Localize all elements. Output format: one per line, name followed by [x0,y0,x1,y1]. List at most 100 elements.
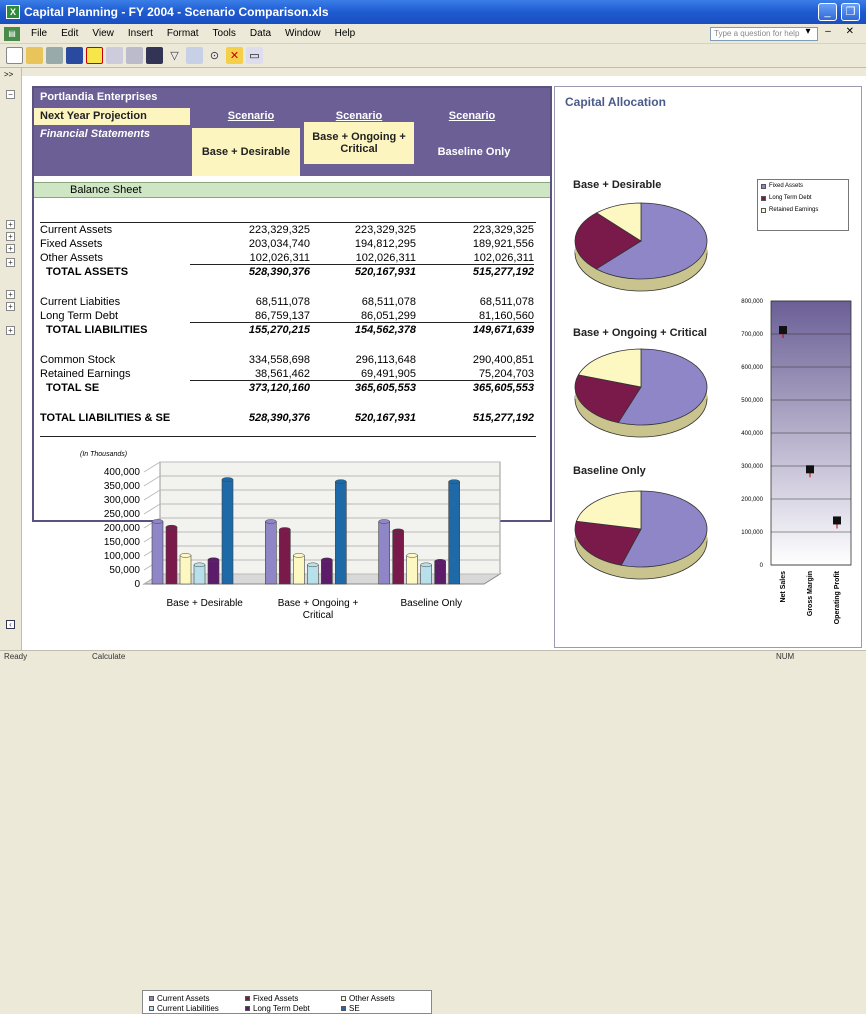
cell-value: 68,511,078 [255,296,310,308]
bar-top [335,479,347,484]
menu-tools[interactable]: Tools [206,28,243,39]
menu-file[interactable]: File [24,28,54,39]
print-icon[interactable] [46,47,63,64]
table-row: Long Term Debt 86,759,137 86,051,299 81,160… [40,310,545,324]
table-row: Common Stock 334,558,698 296,113,648 290,40… [40,354,545,368]
paste-icon[interactable] [126,47,143,64]
cell-value: 515,277,192 [472,266,534,278]
x-tick-label: Gross Margin [807,571,814,616]
legend-swatch [341,996,346,1001]
bar [434,560,446,585]
worksheet[interactable]: Portlandia Enterprises Next Year Project… [22,76,866,1014]
y-tick-label: 100,000 [741,530,763,536]
table-row: Other Assets 102,026,311 102,026,311 102,02… [40,252,545,266]
help-search-input[interactable]: Type a question for help [710,27,818,41]
legend-item: Current Liabilities [149,1004,219,1013]
bar [265,521,277,585]
bar [321,559,333,585]
header-band: Portlandia Enterprises Next Year Project… [34,88,550,176]
bar [151,521,164,585]
menu-help[interactable]: Help [328,28,363,39]
y-tick-label: 800,000 [741,299,763,305]
bar-top [293,553,305,558]
outline-expand-icon[interactable]: + [6,302,15,311]
copy-icon[interactable] [106,47,123,64]
excel-app-icon: X [6,5,20,19]
legend-item: Current Assets [149,994,209,1003]
y-tick-label: 500,000 [741,398,763,404]
bar-chart-legend: Current Assets Fixed Assets Other Assets Cu… [142,990,432,1014]
legend-swatch [245,1006,250,1011]
outline-expand-icon[interactable]: + [6,258,15,267]
bar [392,530,404,585]
bar [293,555,305,585]
cell-value: 149,671,639 [472,324,534,336]
cell-value: 189,921,556 [472,238,534,250]
minimize-button[interactable]: _ [818,3,837,21]
gutter-expand[interactable]: >> [4,70,13,79]
open-icon[interactable] [26,47,43,64]
table-row: Current Assets 223,329,325 223,329,325 223,… [40,224,545,238]
scroll-left-icon[interactable]: ‹ [6,620,15,629]
bar-top [265,519,277,524]
status-ready: Ready [4,652,28,661]
cell-value: 154,562,378 [354,324,416,336]
outline-expand-icon[interactable]: + [6,232,15,241]
menu-window[interactable]: Window [278,28,328,39]
row-label: Long Term Debt [40,310,119,322]
y-tick-label: 150,000 [104,537,141,548]
row-label: TOTAL LIABILITIES & SE [40,412,171,424]
outline-expand-icon[interactable]: + [6,290,15,299]
y-tick-label: 300,000 [741,464,763,470]
row-label: Retained Earnings [40,368,131,380]
balance-sheet-band: Balance Sheet [34,182,550,198]
outline-expand-icon[interactable]: + [6,326,15,335]
outline-expand-icon[interactable]: + [6,244,15,253]
y-tick-label: 200,000 [741,497,763,503]
cell-value: 155,270,215 [248,324,310,336]
comment-icon[interactable]: ▭ [246,47,263,64]
bar [179,555,192,585]
legend-swatch [149,996,154,1001]
menu-edit[interactable]: Edit [54,28,85,39]
legend-swatch [149,1006,154,1011]
menu-format[interactable]: Format [160,28,206,39]
workbook-controls[interactable]: ▾ – ✕ [805,26,860,37]
bar-top [448,479,460,484]
menu-view[interactable]: View [85,28,121,39]
status-bar: Ready Calculate NUM [0,650,866,662]
x-tick-label: Operating Profit [834,570,841,624]
save-icon[interactable] [66,47,83,64]
format-icon[interactable] [146,47,163,64]
title-bar: X Capital Planning - FY 2004 - Scenario … [0,0,866,24]
y-tick-label: 600,000 [741,365,763,371]
cell-value: 86,051,299 [296,310,416,323]
cell-value: 365,605,553 [472,382,534,394]
gridline [143,503,161,515]
outline-expand-icon[interactable]: + [6,220,15,229]
filter-icon[interactable]: ▽ [166,47,183,64]
bar-top [207,557,220,562]
new-icon[interactable] [6,47,23,64]
chart-icon[interactable] [186,47,203,64]
cell-value: 194,812,295 [354,238,416,250]
legend-item: Other Assets [341,994,395,1003]
bar [335,481,347,585]
highlight-icon[interactable] [86,47,103,64]
data-point [779,326,787,335]
close-mark-icon[interactable]: ✕ [226,47,243,64]
row-label: Fixed Assets [40,238,103,250]
menu-insert[interactable]: Insert [121,28,160,39]
zoom-icon[interactable]: ⊙ [206,47,223,64]
scenario-header: Scenario [227,110,275,122]
legend-item: Long Term Debt [245,1004,310,1013]
document-icon[interactable]: ▤ [4,26,20,41]
outline-collapse-icon[interactable]: − [6,90,15,99]
bar-top [406,553,418,558]
balance-bar-chart: (In Thousands) 400,000 350,000 300,000 250,0… [80,451,502,621]
bar [378,521,390,585]
bar-top [279,527,291,532]
restore-button[interactable]: ❐ [841,3,860,21]
menu-data[interactable]: Data [243,28,278,39]
data-point [806,465,814,474]
